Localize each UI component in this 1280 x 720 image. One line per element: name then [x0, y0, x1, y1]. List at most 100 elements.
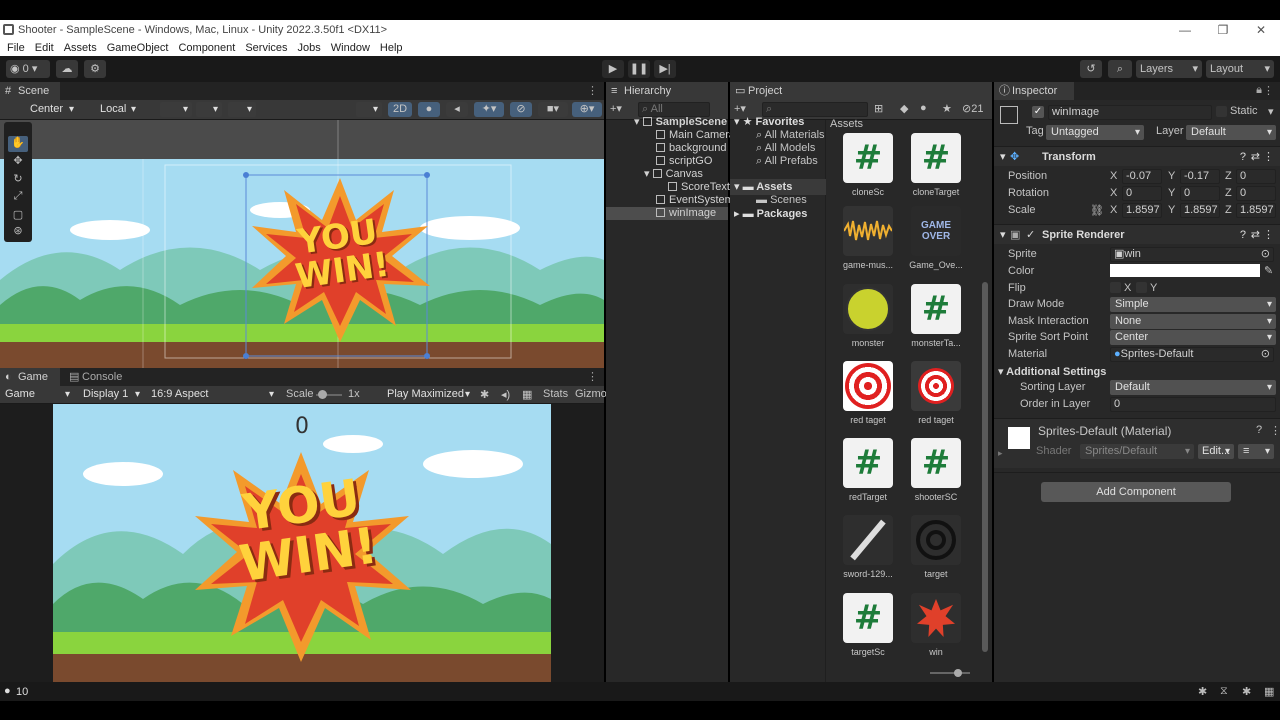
align-dropdown[interactable]	[228, 102, 256, 117]
rotation-x-field[interactable]: 0	[1122, 186, 1162, 201]
packages-folder[interactable]: ▸ ▬ Packages	[734, 206, 807, 222]
expand-icon[interactable]: ▸	[998, 448, 1003, 459]
lock-icon[interactable]: 🔒︎	[1256, 84, 1262, 97]
hierarchy-item-winimage[interactable]: winImage	[606, 207, 728, 220]
asset-sword[interactable]: sword-129...	[835, 515, 901, 579]
position-y-field[interactable]: -0.17	[1180, 169, 1220, 184]
object-picker-icon[interactable]: ⊙	[1261, 348, 1270, 361]
move-tool-button[interactable]: ✥	[8, 154, 28, 170]
material-field[interactable]: ●Sprites-Default ⊙	[1110, 347, 1274, 362]
transform-header[interactable]: ▾ ✥ Transform ? ⇄ ⋮	[994, 146, 1280, 166]
visibility-toggle[interactable]: ⊘	[510, 102, 532, 117]
active-checkbox[interactable]: ✓	[1032, 106, 1044, 118]
hierarchy-item-eventsystem[interactable]: EventSystem	[656, 194, 734, 207]
hierarchy-item-scoretext[interactable]: ScoreText	[668, 181, 730, 194]
favorite-star-icon[interactable]: ★	[942, 102, 952, 115]
shader-dropdown[interactable]: Sprites/Default	[1080, 444, 1194, 459]
asset-shootersc[interactable]: # shooterSC	[903, 438, 969, 502]
breadcrumb-assets[interactable]: Assets	[830, 118, 863, 130]
menu-help[interactable]: Help	[380, 42, 403, 54]
effects-dropdown[interactable]: ✦▾	[474, 102, 504, 117]
draw-mode-dropdown[interactable]: Simple	[1110, 297, 1276, 312]
camera-dropdown[interactable]: ■▾	[538, 102, 568, 117]
game-viewport[interactable]: 0 YOU WIN!	[0, 404, 604, 682]
hand-tool-button[interactable]: ✋	[8, 136, 28, 152]
mute-audio-icon[interactable]: ◂)	[501, 388, 510, 401]
asset-monster[interactable]: monster	[835, 284, 901, 348]
flip-y-checkbox[interactable]	[1136, 282, 1147, 293]
scale-slider[interactable]	[316, 390, 342, 399]
sprite-field[interactable]: ▣win ⊙	[1110, 247, 1274, 262]
snap-increment-dropdown[interactable]	[196, 102, 222, 117]
hierarchy-search-input[interactable]: ⌕ All	[638, 102, 710, 117]
hierarchy-item-scriptgo[interactable]: scriptGO	[656, 155, 712, 168]
object-name-field[interactable]: winImage	[1048, 105, 1212, 120]
history-button[interactable]: ↺	[1080, 60, 1102, 78]
stats-icon[interactable]: ▦	[522, 388, 532, 401]
mask-interaction-dropdown[interactable]: None	[1110, 314, 1276, 329]
menu-file[interactable]: File	[7, 42, 25, 54]
more-icon[interactable]: ⋮	[587, 84, 598, 97]
tab-inspector[interactable]: ⓘ Inspector	[994, 82, 1074, 100]
rotate-tool-button[interactable]: ↻	[8, 172, 28, 188]
maximize-button[interactable]: ❐	[1204, 20, 1242, 40]
preset-icon[interactable]: ⇄	[1251, 147, 1260, 167]
settings-button[interactable]: ⚙	[84, 60, 106, 78]
more-icon[interactable]: ⋮	[1263, 84, 1274, 97]
asset-game-music[interactable]: game-mus...	[835, 206, 901, 270]
grid-snap-dropdown[interactable]	[160, 102, 192, 117]
tab-scene[interactable]: # Scene	[0, 82, 60, 100]
menu-jobs[interactable]: Jobs	[298, 42, 321, 54]
icon-size-slider-thumb[interactable]	[954, 669, 962, 677]
menu-gameobject[interactable]: GameObject	[107, 42, 169, 54]
color-swatch[interactable]	[1110, 264, 1260, 277]
additional-settings-foldout[interactable]: ▾ Additional Settings	[998, 365, 1106, 378]
step-button[interactable]: ▶|	[654, 60, 676, 78]
layer-dropdown[interactable]: Default	[1186, 125, 1276, 140]
create-button[interactable]: +▾	[610, 102, 622, 115]
help-icon[interactable]: ?	[1256, 424, 1262, 436]
enabled-checkbox[interactable]: ✓	[1026, 225, 1035, 245]
hierarchy-item-main-camera[interactable]: Main Camera	[656, 129, 735, 142]
toggle-2d-button[interactable]: 2D	[388, 102, 412, 117]
asset-game-over[interactable]: GAME OVER Game_Ove...	[903, 206, 969, 270]
sorting-layer-dropdown[interactable]: Default	[1110, 380, 1276, 395]
project-scrollbar[interactable]	[982, 282, 988, 652]
play-mode-dropdown[interactable]: Play Maximized	[382, 387, 474, 402]
minimize-button[interactable]: —	[1166, 20, 1204, 40]
bug-icon[interactable]: ✱	[480, 388, 489, 401]
hierarchy-item-background[interactable]: background	[656, 142, 727, 155]
eyedropper-icon[interactable]: ✎	[1264, 264, 1273, 277]
icon-size-slider[interactable]	[930, 669, 970, 677]
display-dropdown[interactable]: Display 1	[78, 387, 144, 402]
hidden-packages-toggle[interactable]: ⊘21	[962, 102, 983, 115]
play-button[interactable]: ▶	[602, 60, 624, 78]
tab-hierarchy[interactable]: ≡ Hierarchy	[606, 82, 728, 100]
asset-win[interactable]: win	[903, 593, 969, 657]
help-icon[interactable]: ?	[1240, 225, 1246, 245]
static-checkbox[interactable]	[1216, 106, 1227, 117]
link-icon[interactable]: ⛓	[1090, 204, 1104, 217]
asset-target[interactable]: target	[903, 515, 969, 579]
scale-x-field[interactable]: 1.8597	[1122, 203, 1162, 218]
info-icon[interactable]: ●	[920, 102, 927, 114]
pause-button[interactable]: ❚❚	[628, 60, 650, 78]
scale-tool-button[interactable]: ⤢	[8, 190, 28, 206]
flip-x-checkbox[interactable]	[1110, 282, 1121, 293]
shader-options-button[interactable]: ≡	[1238, 444, 1274, 459]
aspect-dropdown[interactable]: 16:9 Aspect	[146, 387, 278, 402]
object-picker-icon[interactable]: ⊙	[1261, 248, 1270, 261]
sort-point-dropdown[interactable]: Center	[1110, 330, 1276, 345]
more-icon[interactable]: ⋮	[587, 370, 598, 383]
layout-dropdown[interactable]: Layout ▾	[1206, 60, 1274, 78]
sprite-renderer-header[interactable]: ▾ ▣ ✓ Sprite Renderer ? ⇄ ⋮	[994, 224, 1280, 244]
favorites-all-prefabs[interactable]: ⌕ All Prefabs	[756, 153, 818, 169]
hierarchy-item-scene[interactable]: ▾ SampleScene	[634, 116, 727, 129]
scale-z-field[interactable]: 1.8597	[1236, 203, 1276, 218]
draw-mode-dropdown[interactable]	[356, 102, 382, 117]
progress-icon[interactable]: ✱	[1198, 685, 1207, 698]
stats-button[interactable]: Stats	[543, 388, 568, 400]
menu-component[interactable]: Component	[178, 42, 235, 54]
menu-edit[interactable]: Edit	[35, 42, 54, 54]
rotation-z-field[interactable]: 0	[1236, 186, 1276, 201]
